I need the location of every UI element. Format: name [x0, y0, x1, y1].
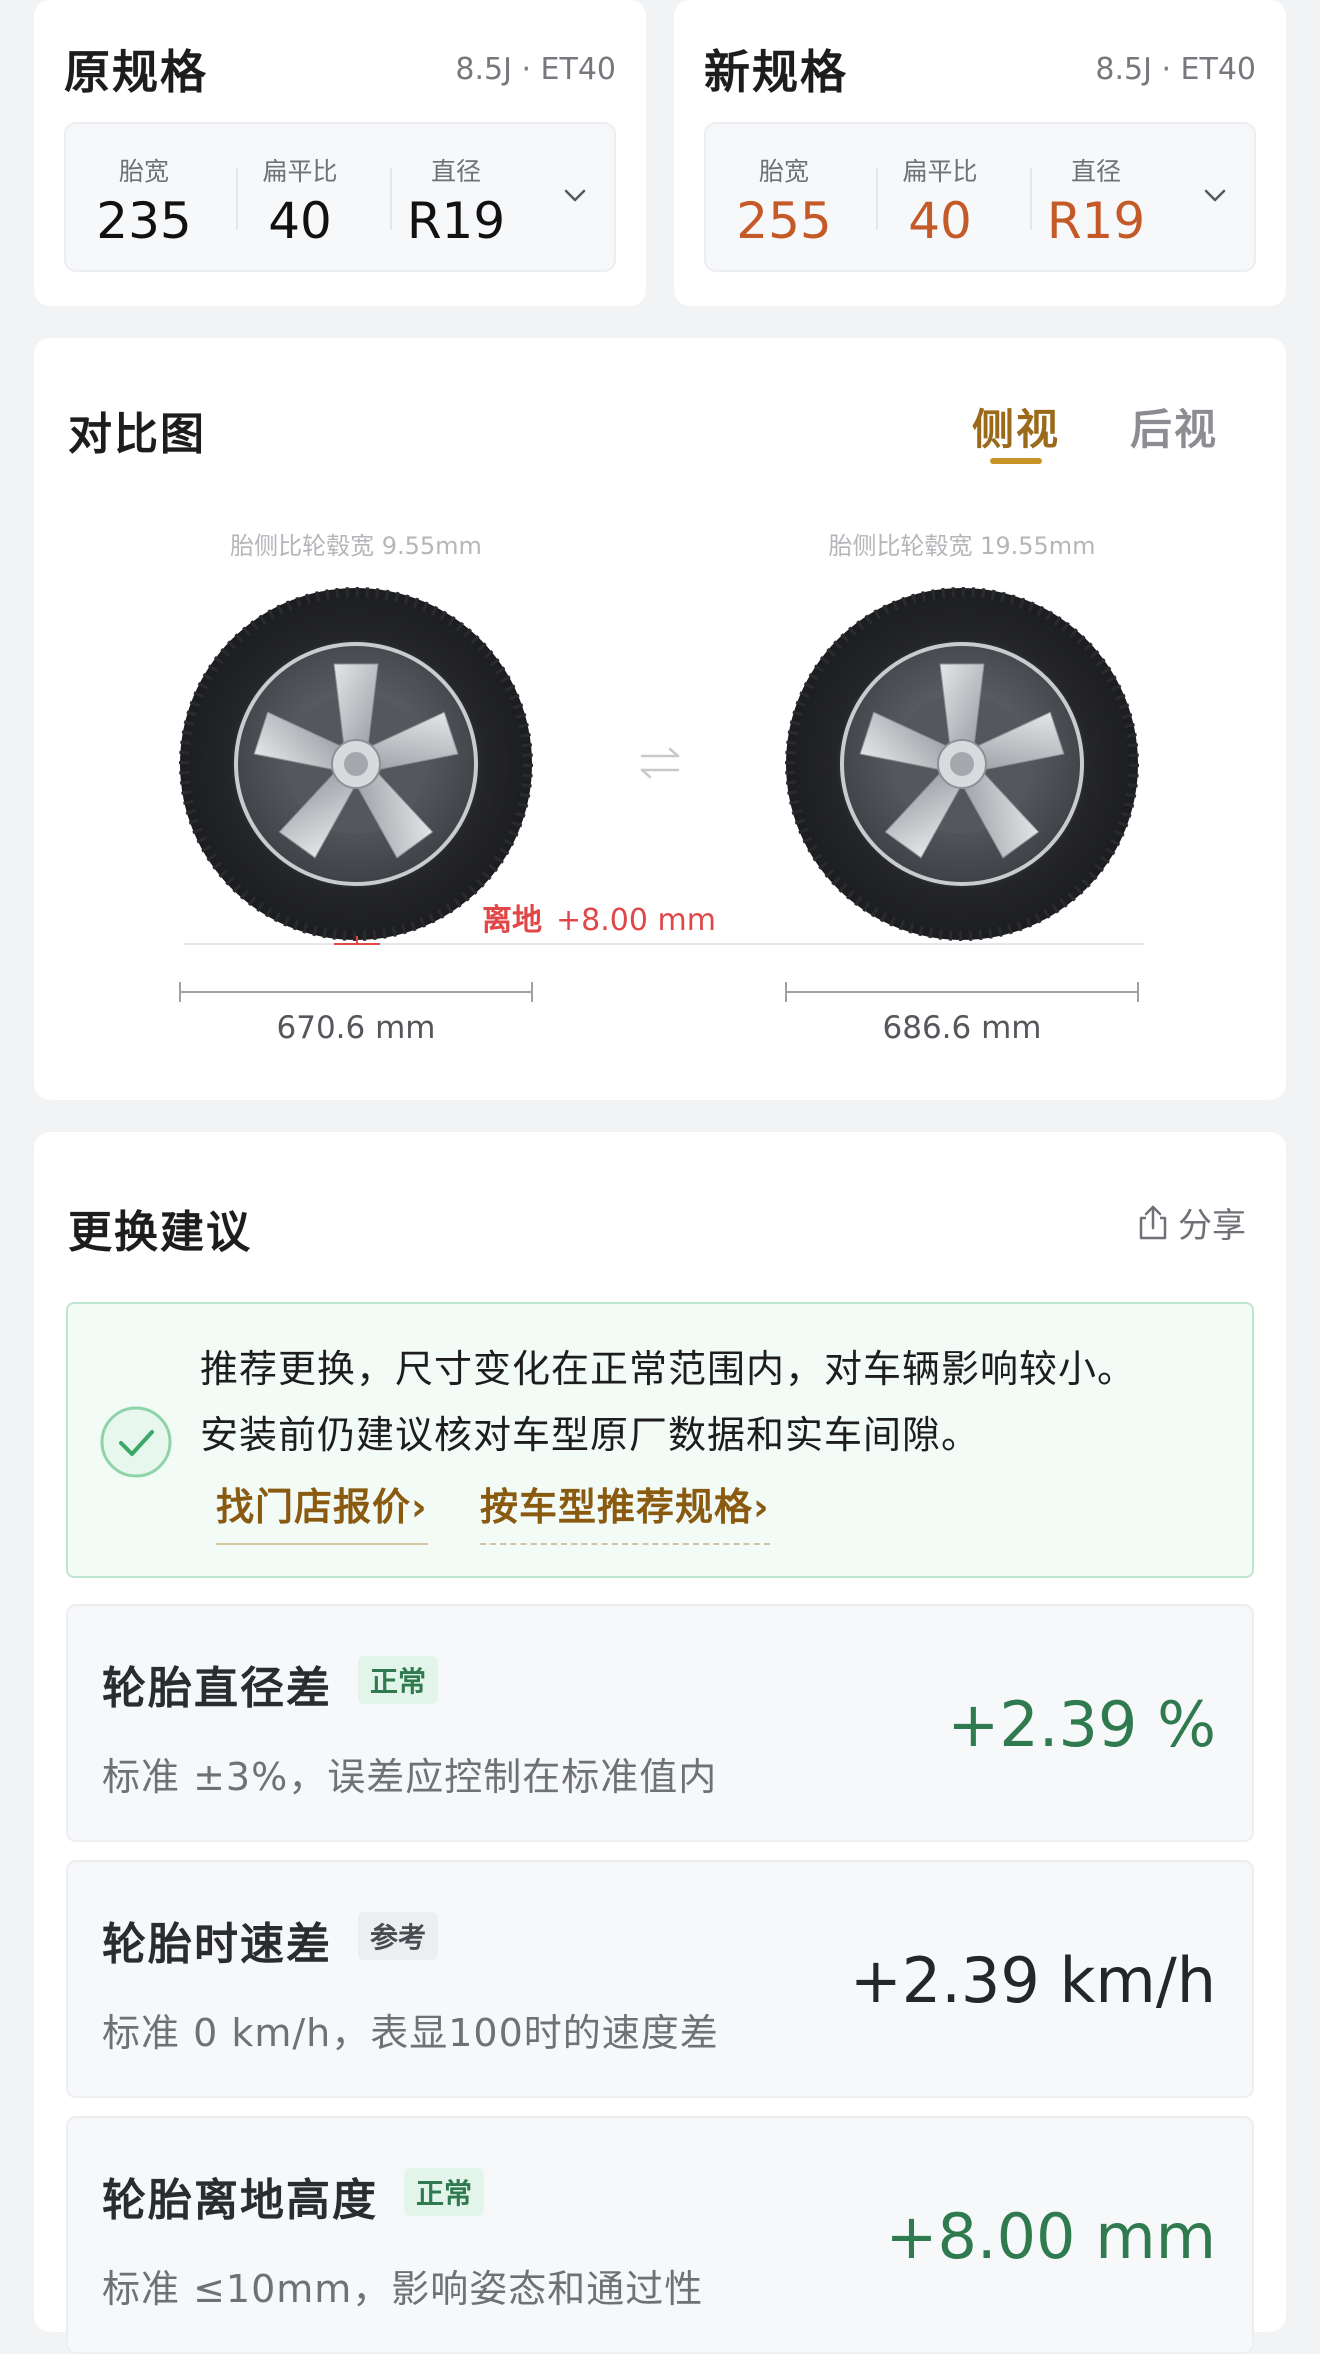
new-spec-title: 新规格 — [704, 45, 848, 99]
original-dimension-line — [179, 982, 533, 1002]
original-diameter-label: 670.6 mm — [277, 1010, 436, 1046]
original-size-selector[interactable]: 胎宽 235 扁平比 40 直径 R19 — [64, 122, 616, 272]
metric-name: 轮胎时速差 — [102, 1919, 332, 1970]
width-label: 胎宽 — [758, 157, 809, 186]
diameter-value: R19 — [1046, 192, 1146, 250]
new-diameter-label: 686.6 mm — [883, 1010, 1042, 1046]
metric-description: 标准 0 km/h，表显100时的速度差 — [102, 2011, 719, 2055]
diameter-label: 直径 — [430, 157, 481, 186]
notice-text-line1: 推荐更换，尺寸变化在正常范围内，对车辆影响较小。 — [200, 1347, 1137, 1391]
original-aspect-ratio[interactable]: 扁平比 40 — [222, 152, 378, 250]
metric-diameter-diff: 轮胎直径差 正常 标准 ±3%，误差应控制在标准值内 +2.39 % — [66, 1604, 1254, 1842]
width-value: 255 — [736, 192, 832, 250]
metric-ground-clearance: 轮胎离地高度 正常 标准 ≤10mm，影响姿态和通过性 +8.00 mm — [66, 2116, 1254, 2354]
original-diameter[interactable]: 直径 R19 — [378, 152, 534, 250]
comparison-card: 胎侧比轮毂宽 9.55mm 胎侧比轮毂宽 19.55mm 离地 +8.00 mm… — [34, 338, 1286, 1100]
new-diameter[interactable]: 直径 R19 — [1018, 152, 1174, 250]
new-width[interactable]: 胎宽 255 — [706, 152, 862, 250]
recommendation-notice: 推荐更换，尺寸变化在正常范围内，对车辆影响较小。 安装前仍建议核对车型原厂数据和… — [66, 1302, 1254, 1578]
metric-description: 标准 ±3%，误差应控制在标准值内 — [102, 1755, 718, 1799]
metric-description: 标准 ≤10mm，影响姿态和通过性 — [102, 2267, 704, 2311]
metric-value: +2.39 km/h — [849, 1944, 1216, 2017]
notice-text-line2: 安装前仍建议核对车型原厂数据和实车间隙。 — [200, 1413, 981, 1457]
metric-value: +2.39 % — [947, 1688, 1216, 1761]
new-wheel — [786, 588, 1138, 940]
status-badge: 正常 — [358, 1656, 439, 1704]
advice-title: 更换建议 — [68, 1207, 252, 1258]
tab-side-view[interactable]: 侧视 — [972, 396, 1060, 457]
status-badge: 参考 — [358, 1912, 439, 1960]
diameter-value: R19 — [406, 192, 506, 250]
tire-comparison-diagram: 胎侧比轮毂宽 9.55mm 胎侧比轮毂宽 19.55mm 离地 +8.00 mm… — [34, 532, 1144, 1046]
new-sidewall-note: 胎侧比轮毂宽 19.55mm — [828, 532, 1095, 560]
new-aspect-ratio[interactable]: 扁平比 40 — [862, 152, 1018, 250]
aspect-ratio-value: 40 — [908, 192, 972, 250]
find-store-quote-link[interactable]: 找门店报价› — [216, 1476, 428, 1545]
share-icon — [1139, 1205, 1167, 1239]
diameter-label: 直径 — [1070, 157, 1121, 186]
advice-card: 更换建议 分享 推荐更换，尺寸变化在正常范围内，对车辆影响较小。 安装前仍建议核… — [34, 1132, 1286, 2354]
aspect-ratio-value: 40 — [268, 192, 332, 250]
new-hub-spec: 8.5J · ET40 — [1095, 52, 1256, 87]
width-value: 235 — [96, 192, 192, 250]
share-button[interactable]: 分享 — [1136, 1198, 1246, 1247]
check-circle-icon — [100, 1406, 172, 1478]
ground-clearance-label: 离地 — [482, 903, 542, 938]
status-badge: 正常 — [404, 2168, 485, 2216]
original-spec-card: 原规格 8.5J · ET40 胎宽 235 扁平比 40 直径 R19 — [34, 0, 646, 306]
ground-clearance-value: +8.00 mm — [556, 903, 716, 938]
metric-value: +8.00 mm — [885, 2200, 1217, 2273]
comparison-title: 对比图 — [68, 409, 206, 460]
original-sidewall-note: 胎侧比轮毂宽 9.55mm — [230, 532, 482, 560]
metric-name: 轮胎离地高度 — [102, 2175, 378, 2226]
metric-speed-diff: 轮胎时速差 参考 标准 0 km/h，表显100时的速度差 +2.39 km/h — [66, 1860, 1254, 2098]
recommend-by-model-link[interactable]: 按车型推荐规格› — [480, 1476, 770, 1545]
new-size-selector[interactable]: 胎宽 255 扁平比 40 直径 R19 — [704, 122, 1256, 272]
original-width[interactable]: 胎宽 235 — [66, 152, 222, 250]
swap-icon — [640, 747, 680, 779]
original-wheel — [180, 588, 532, 940]
tab-rear-view[interactable]: 后视 — [1130, 396, 1218, 457]
original-spec-title: 原规格 — [64, 45, 208, 99]
original-hub-spec: 8.5J · ET40 — [455, 52, 616, 87]
metric-name: 轮胎直径差 — [102, 1663, 332, 1714]
active-tab-indicator — [990, 458, 1042, 464]
new-spec-card: 新规格 8.5J · ET40 胎宽 255 扁平比 40 直径 R19 — [674, 0, 1286, 306]
chevron-down-icon[interactable] — [562, 182, 588, 208]
share-label: 分享 — [1178, 1206, 1246, 1246]
chevron-down-icon[interactable] — [1202, 182, 1228, 208]
width-label: 胎宽 — [118, 157, 169, 186]
aspect-ratio-label: 扁平比 — [262, 157, 338, 186]
new-dimension-line — [785, 982, 1139, 1002]
aspect-ratio-label: 扁平比 — [902, 157, 978, 186]
